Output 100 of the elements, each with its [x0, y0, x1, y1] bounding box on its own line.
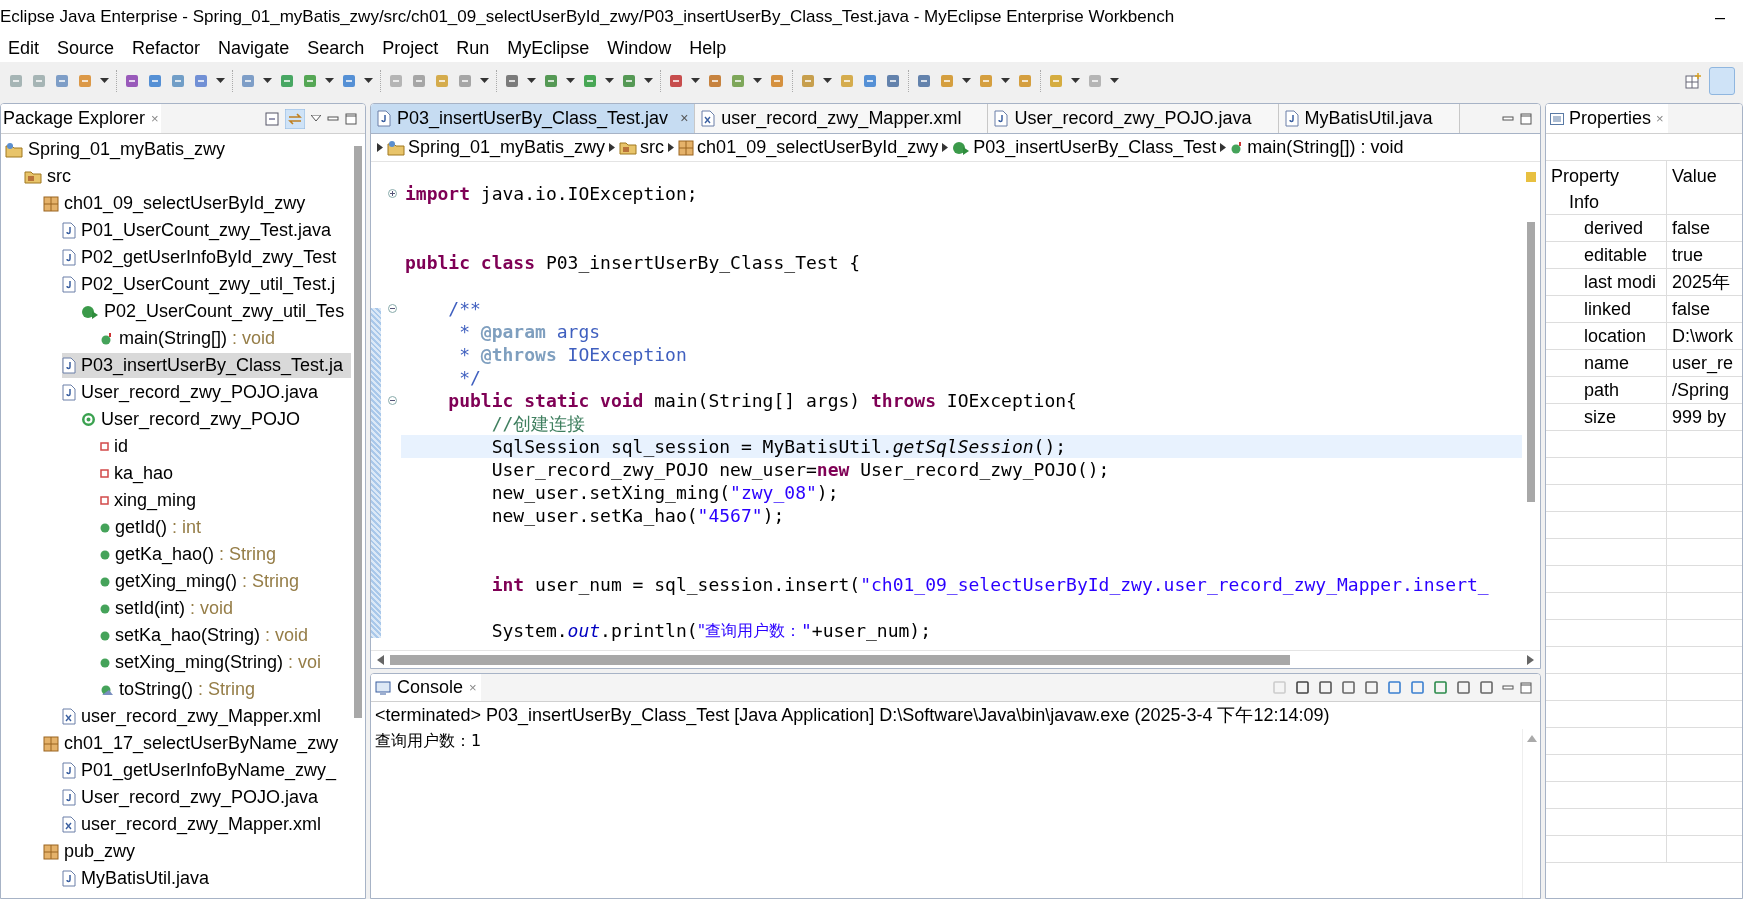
toolbar-icon[interactable]	[504, 73, 520, 89]
toolbar-icon[interactable]	[341, 73, 357, 89]
dropdown-arrow-icon[interactable]	[480, 78, 489, 84]
tree-item[interactable]: src	[24, 164, 79, 189]
toolbar-icon[interactable]	[582, 73, 598, 89]
scroll-left-icon[interactable]	[377, 654, 384, 665]
toolbar-icon[interactable]	[54, 73, 70, 89]
breadcrumb-item[interactable]: src	[619, 134, 665, 161]
toolbar-icon[interactable]	[543, 73, 559, 89]
scroll-right-icon[interactable]	[1527, 654, 1534, 665]
console-toolbar-icon[interactable]	[1295, 680, 1310, 695]
toolbar-icon[interactable]	[916, 73, 932, 89]
dropdown-arrow-icon[interactable]	[325, 78, 334, 84]
tree-item[interactable]: user_record_zwy_Mapper.xml	[62, 704, 330, 729]
maximize-view-icon[interactable]	[1520, 112, 1532, 125]
dropdown-arrow-icon[interactable]	[1001, 78, 1010, 84]
console-toolbar-icon[interactable]	[1387, 680, 1402, 695]
toolbar-icon[interactable]	[388, 73, 404, 89]
view-tab[interactable]: Properties ×	[1546, 104, 1668, 133]
toolbar-icon[interactable]	[707, 73, 723, 89]
dropdown-arrow-icon[interactable]	[962, 78, 971, 84]
tree-item[interactable]: pub_zwy	[43, 839, 144, 864]
tree-item[interactable]: setKa_hao(String) : void	[100, 623, 317, 648]
toolbar-icon[interactable]	[457, 73, 473, 89]
toolbar-icon[interactable]	[800, 73, 816, 89]
toolbar-icon[interactable]	[1048, 73, 1064, 89]
dropdown-arrow-icon[interactable]	[644, 78, 653, 84]
toolbar-icon[interactable]	[839, 73, 855, 89]
toolbar-icon[interactable]	[302, 73, 318, 89]
tree-item[interactable]: ch01_17_selectUserByName_zwy	[43, 731, 347, 756]
tree-item[interactable]: P03_insertUserBy_Class_Test.ja	[62, 353, 351, 378]
menu-item[interactable]: Source	[49, 34, 123, 62]
menu-item[interactable]: Help	[681, 34, 735, 62]
tree-item[interactable]: toString() : String	[100, 677, 264, 702]
view-tab[interactable]: Package Explorer ×	[1, 104, 161, 133]
console-toolbar-icon[interactable]	[1364, 680, 1379, 695]
toolbar-icon[interactable]	[885, 73, 901, 89]
toolbar-icon[interactable]	[411, 73, 427, 89]
tree-item[interactable]: setId(int) : void	[100, 596, 242, 621]
collapse-fold-icon[interactable]	[387, 304, 397, 313]
tree-item[interactable]: id	[100, 434, 136, 459]
tree-item[interactable]: setXing_ming(String) : voi	[100, 650, 330, 675]
view-menu-icon[interactable]	[311, 115, 321, 122]
toolbar-icon[interactable]	[978, 73, 994, 89]
toolbar-icon[interactable]	[1017, 73, 1033, 89]
maximize-view-icon[interactable]	[345, 112, 357, 125]
toolbar-icon[interactable]	[939, 73, 955, 89]
collapse-all-icon[interactable]	[265, 111, 279, 126]
tree-item[interactable]: Spring_01_myBatis_zwy	[5, 137, 234, 162]
console-toolbar-icon[interactable]	[1479, 680, 1494, 695]
dropdown-arrow-icon[interactable]	[216, 78, 225, 84]
dropdown-arrow-icon[interactable]	[605, 78, 614, 84]
menu-item[interactable]: Edit	[0, 34, 48, 62]
tree-item[interactable]: User_record_zwy_POJO.java	[62, 380, 327, 405]
dropdown-arrow-icon[interactable]	[823, 78, 832, 84]
toolbar-icon[interactable]	[170, 73, 186, 89]
tree-item[interactable]: ch01_09_selectUserById_zwy	[43, 191, 314, 216]
tree-item[interactable]: User_record_zwy_POJO	[81, 407, 309, 432]
toolbar-icon[interactable]	[279, 73, 295, 89]
dropdown-arrow-icon[interactable]	[1110, 78, 1119, 84]
breadcrumb-item[interactable]: P03_insertUserBy_Class_Test	[952, 134, 1217, 161]
dropdown-arrow-icon[interactable]	[364, 78, 373, 84]
menu-item[interactable]: Window	[599, 34, 680, 62]
scroll-up-icon[interactable]	[1526, 735, 1537, 742]
toolbar-icon[interactable]	[668, 73, 684, 89]
tree-item[interactable]: getKa_hao() : String	[100, 542, 285, 567]
editor-tab[interactable]: P03_insertUserBy_Class_Test.jav ×	[371, 104, 696, 133]
scrollbar-thumb[interactable]	[1527, 222, 1535, 502]
toolbar-icon[interactable]	[8, 73, 24, 89]
tree-item[interactable]: ka_hao	[100, 461, 182, 486]
tree-item[interactable]: xing_ming	[100, 488, 205, 513]
tree-item[interactable]: getId() : int	[100, 515, 210, 540]
dropdown-arrow-icon[interactable]	[100, 78, 109, 84]
minimize-button[interactable]: –	[1697, 0, 1743, 34]
toolbar-icon[interactable]	[147, 73, 163, 89]
console-toolbar-icon[interactable]	[1456, 680, 1471, 695]
toolbar-icon[interactable]	[31, 73, 47, 89]
view-tab[interactable]: Console ×	[371, 674, 481, 701]
menu-item[interactable]: Run	[448, 34, 498, 62]
menu-item[interactable]: Navigate	[210, 34, 298, 62]
breadcrumb-item[interactable]: main(String[]) : void	[1230, 134, 1404, 161]
toolbar-icon[interactable]	[434, 73, 450, 89]
scrollbar-thumb[interactable]	[390, 654, 1290, 665]
toolbar-icon[interactable]	[193, 73, 209, 89]
tree-item[interactable]: MyBatisUtil.java	[62, 866, 218, 891]
dropdown-arrow-icon[interactable]	[566, 78, 575, 84]
console-toolbar-icon[interactable]	[1433, 680, 1448, 695]
breadcrumb-item[interactable]: Spring_01_myBatis_zwy	[387, 134, 606, 161]
toolbar-icon[interactable]	[124, 73, 140, 89]
dropdown-arrow-icon[interactable]	[691, 78, 700, 84]
dropdown-arrow-icon[interactable]	[263, 78, 272, 84]
tree-item[interactable]: P02_getUserInfoById_zwy_Test	[62, 245, 345, 270]
menu-item[interactable]: Refactor	[124, 34, 209, 62]
tree-item[interactable]: main(String[]) : void	[100, 326, 284, 351]
console-toolbar-icon[interactable]	[1318, 680, 1333, 695]
toolbar-icon[interactable]	[77, 73, 93, 89]
scrollbar-thumb[interactable]	[354, 146, 362, 718]
dropdown-arrow-icon[interactable]	[1071, 78, 1080, 84]
tree-item[interactable]: P02_UserCount_zwy_util_Tes	[81, 299, 351, 324]
toolbar-icon[interactable]	[862, 73, 878, 89]
